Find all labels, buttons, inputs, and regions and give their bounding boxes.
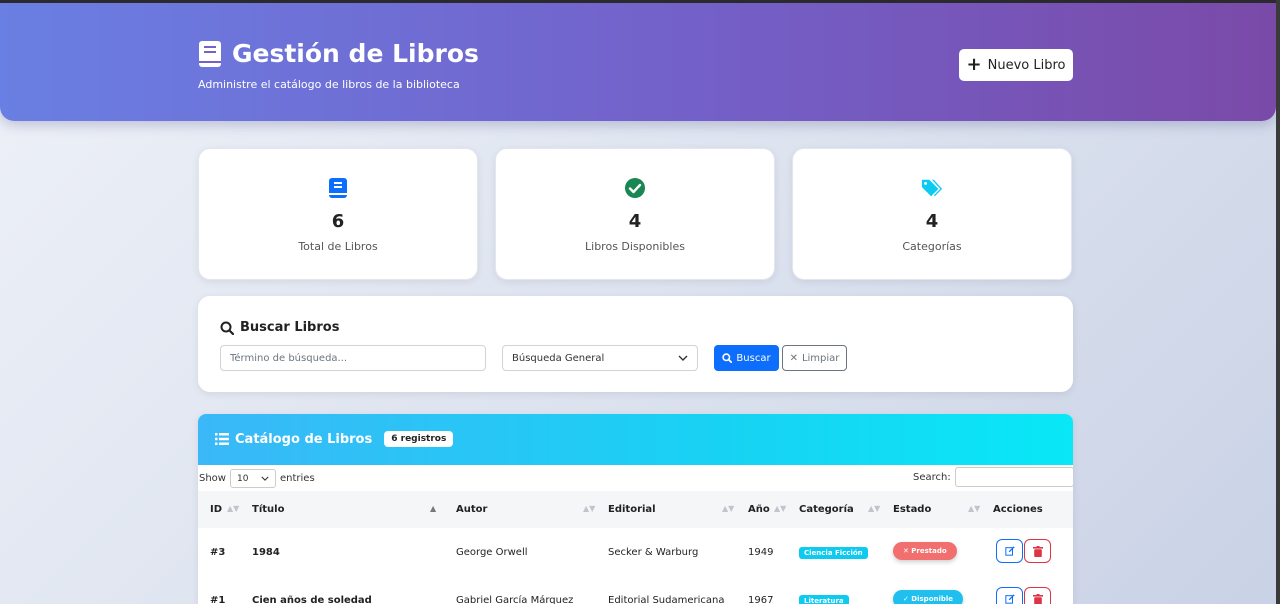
search-input[interactable] [220,345,486,371]
cell-author: George Orwell [456,547,528,558]
column-header-author[interactable]: Autor [456,504,487,515]
trash-icon [1032,593,1043,604]
catalog-header: Catálogo de Libros 6 registros [198,414,1073,465]
catalog-title: Catálogo de Libros 6 registros [215,431,454,447]
sort-icon: ▲▼ [868,504,881,513]
page-subtitle: Administre el catálogo de libros de la b… [198,78,460,91]
show-label: Show [199,473,226,484]
search-button-label: Buscar [736,352,771,364]
stat-label: Libros Disponibles [585,240,685,253]
cell-publisher: Secker & Warburg [608,547,699,558]
search-type-value: Búsqueda General [512,352,605,364]
stat-card-categories: 4 Categorías [792,148,1072,280]
search-icon [220,321,234,335]
table-header-row: ID ▲▼ Título ▲ Autor ▲▼ Editorial ▲▼ Año… [198,491,1073,528]
search-icon [722,353,733,363]
column-header-title[interactable]: Título [252,504,284,515]
plus-icon: + [966,54,982,75]
stat-card-available: 4 Libros Disponibles [495,148,775,280]
sort-icon: ▲▼ [968,504,981,513]
table-search-label: Search: [913,471,951,483]
stat-value: 4 [628,211,642,232]
stat-label: Categorías [902,240,962,253]
sort-icon: ▲▼ [774,504,787,513]
stat-value: 6 [331,211,345,232]
edit-button[interactable] [996,539,1023,563]
sort-asc-icon: ▲ [430,504,437,513]
page-header: Gestión de Libros Administre el catálogo… [0,3,1276,121]
table-search-input[interactable] [954,467,1073,487]
page-length-control: Show 10 entries [199,469,315,488]
trash-icon [1032,545,1043,557]
category-badge: Ciencia Ficción [799,547,868,559]
edit-icon [1004,546,1015,556]
table-search: Search: [913,467,1073,487]
page-length-select[interactable]: 10 [229,469,276,488]
search-button[interactable]: Buscar [714,345,779,371]
delete-button[interactable] [1024,539,1051,563]
sort-icon: ▲▼ [722,504,735,513]
column-header-actions: Acciones [993,504,1043,515]
column-header-id[interactable]: ID [210,504,222,515]
chevron-down-icon [261,476,269,481]
clear-button-label: Limpiar [801,352,840,364]
check-circle-icon [625,178,645,198]
sort-icon: ▲▼ [583,504,596,513]
sort-icon: ▲▼ [227,504,240,513]
table-row: #1 Cien años de soledad Gabriel García M… [198,576,1073,604]
search-type-select[interactable]: Búsqueda General [502,345,698,371]
list-icon [215,433,229,445]
clear-button[interactable]: ✕ Limpiar [782,345,847,371]
cell-year: 1949 [748,547,774,558]
window-right-border [1276,0,1280,604]
book-icon [199,40,221,67]
cell-title: Cien años de soledad [252,595,372,604]
column-header-status[interactable]: Estado [893,504,931,515]
column-header-category[interactable]: Categoría [799,504,854,515]
column-header-year[interactable]: Año [748,504,770,515]
stat-value: 4 [925,211,939,232]
chevron-down-icon [678,355,688,361]
edit-button[interactable] [996,587,1023,604]
close-icon: ✕ [789,352,798,364]
edit-icon [1004,594,1015,604]
cell-author: Gabriel García Márquez [456,595,574,604]
stat-card-total: 6 Total de Libros [198,148,478,280]
page-title: Gestión de Libros [198,39,479,68]
catalog-title-text: Catálogo de Libros [235,431,373,447]
page-title-text: Gestión de Libros [232,39,479,68]
cell-title: 1984 [252,547,280,558]
new-book-label: Nuevo Libro [987,57,1066,73]
search-panel: Buscar Libros Búsqueda General Buscar ✕ … [198,296,1073,392]
new-book-button[interactable]: + Nuevo Libro [959,49,1073,81]
records-badge: 6 registros [384,431,454,447]
entries-label: entries [279,473,315,484]
search-title: Buscar Libros [220,320,339,335]
cell-id: #1 [210,595,226,604]
column-header-publisher[interactable]: Editorial [608,504,656,515]
search-title-text: Buscar Libros [240,320,340,335]
category-badge: Literatura [799,595,849,604]
cell-year: 1967 [748,595,774,604]
book-icon [329,178,347,198]
status-badge: ✕ Prestado [893,542,957,560]
tags-icon [921,179,943,197]
status-badge: ✓ Disponible [893,590,964,604]
catalog-panel: Catálogo de Libros 6 registros Show 10 e… [198,414,1073,604]
delete-button[interactable] [1024,587,1051,604]
stat-label: Total de Libros [298,240,378,253]
table-row: #3 1984 George Orwell Secker & Warburg 1… [198,528,1073,576]
cell-id: #3 [210,547,226,558]
page-length-value: 10 [236,473,249,484]
cell-publisher: Editorial Sudamericana [608,595,725,604]
